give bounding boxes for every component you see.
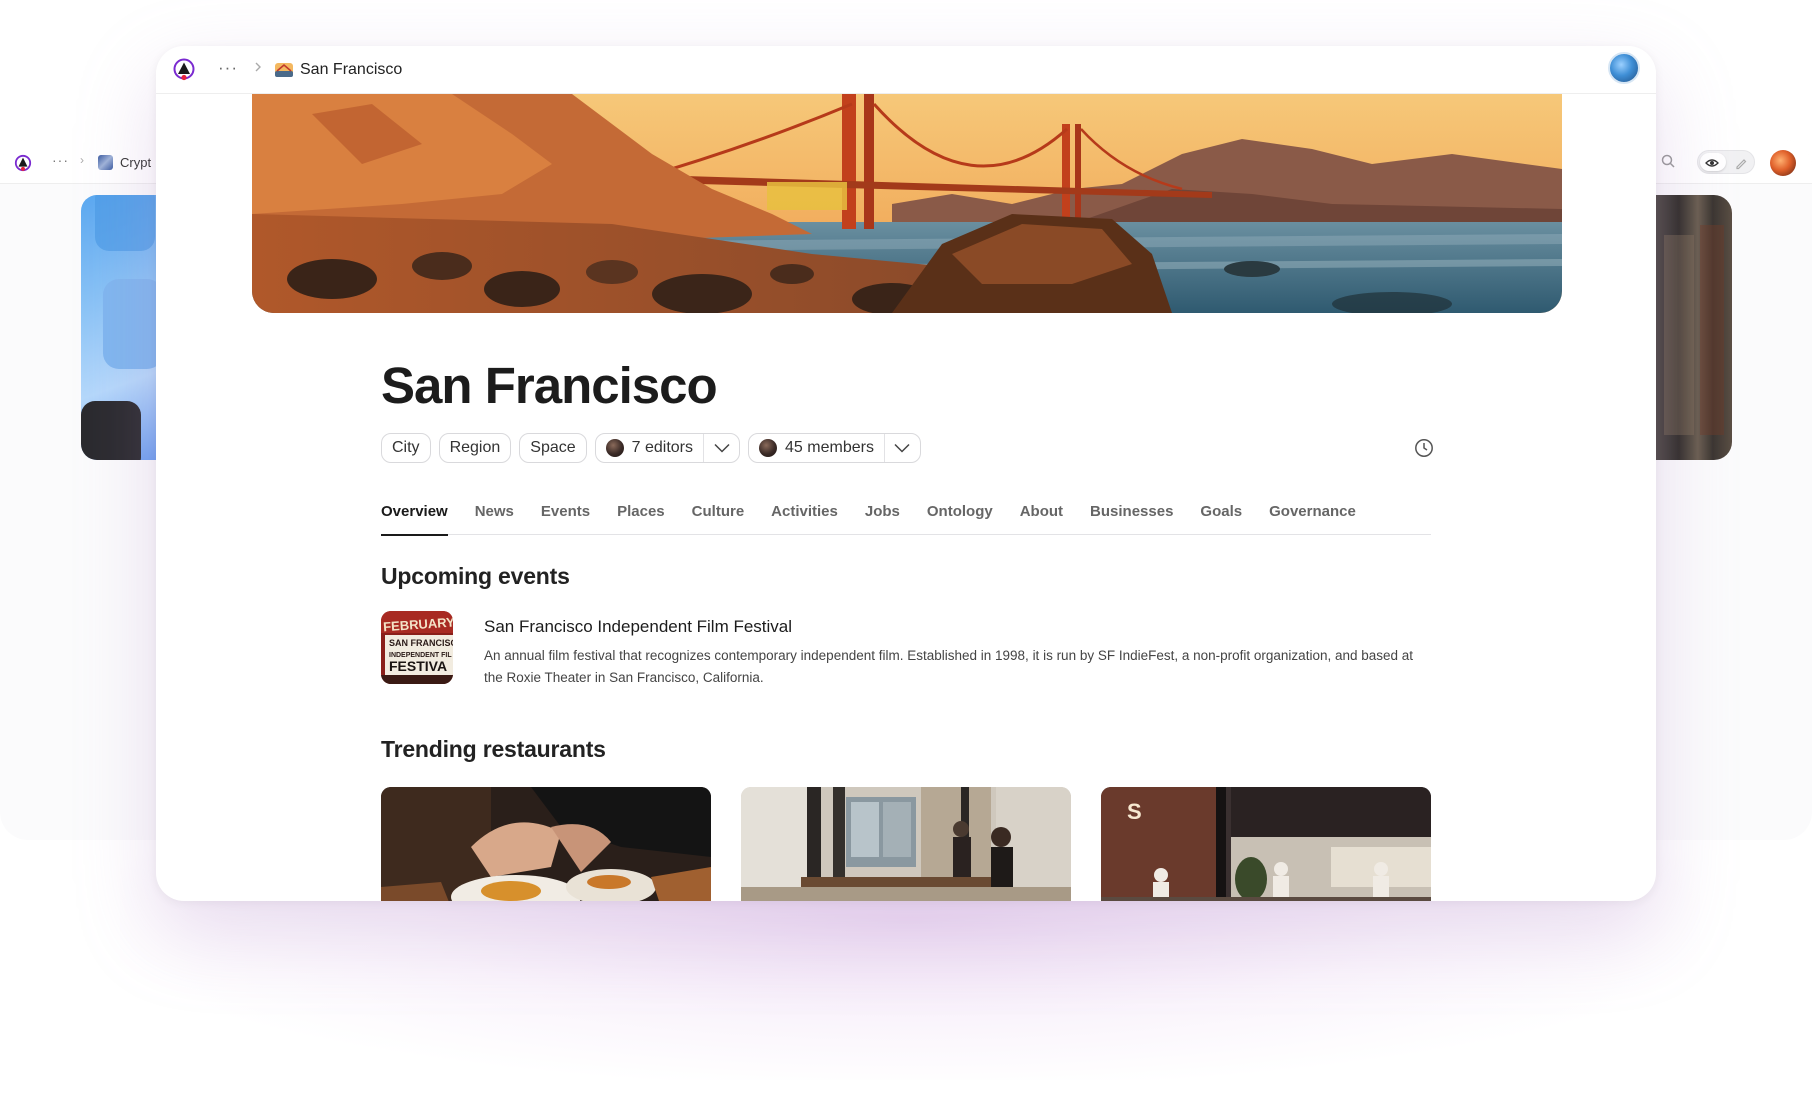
page-favicon-icon (98, 155, 113, 170)
tab-overview[interactable]: Overview (381, 497, 448, 536)
event-thumbnail: FEBRUARY 6 SAN FRANCISCO INDEPENDENT FIL… (381, 611, 453, 684)
restaurant-card[interactable] (741, 787, 1071, 901)
eye-icon (1705, 159, 1719, 167)
type-tag-city[interactable]: City (381, 433, 431, 463)
avatar[interactable] (1770, 150, 1796, 176)
editors-button[interactable]: 7 editors (596, 434, 703, 462)
chevron-right-icon: › (80, 153, 84, 167)
tab-events[interactable]: Events (541, 497, 590, 535)
trending-restaurants-heading: Trending restaurants (381, 736, 606, 762)
editors-toggle[interactable] (703, 434, 739, 462)
tab-goals[interactable]: Goals (1200, 497, 1242, 535)
background-breadcrumb[interactable]: Crypt (120, 155, 151, 170)
thumb-text-city: SAN FRANCISCO (389, 638, 453, 648)
editors-label: 7 editors (631, 439, 694, 456)
chevron-down-icon (894, 443, 910, 453)
tab-places[interactable]: Places (617, 497, 665, 535)
app-logo-icon[interactable] (172, 58, 196, 82)
app-logo-icon[interactable] (14, 154, 32, 172)
tab-businesses[interactable]: Businesses (1090, 497, 1173, 535)
chevron-down-icon (713, 443, 730, 453)
editor-avatar (605, 439, 624, 457)
background-cover-image (81, 195, 156, 460)
event-item[interactable]: FEBRUARY 6 SAN FRANCISCO INDEPENDENT FIL… (381, 611, 1431, 691)
view-edit-toggle[interactable] (1697, 150, 1755, 174)
event-description: An annual film festival that recognizes … (484, 648, 1414, 685)
member-avatar (759, 439, 778, 457)
tab-news[interactable]: News (475, 497, 514, 535)
members-label: 45 members (785, 439, 874, 456)
members-toggle[interactable] (883, 434, 920, 462)
restaurant-card[interactable] (381, 787, 711, 901)
tab-governance[interactable]: Governance (1269, 497, 1356, 535)
page-content: San Francisco City Region Space 7 editor… (381, 46, 1434, 901)
page-title: San Francisco (381, 357, 718, 414)
upcoming-events-heading: Upcoming events (381, 563, 570, 589)
chevron-right-icon (255, 62, 261, 72)
page-favicon-icon (275, 63, 293, 77)
more-icon[interactable]: ··· (52, 152, 69, 168)
members-button[interactable]: 45 members (749, 434, 884, 462)
main-window: ··· San Francisco San Francisco City Reg… (156, 46, 1656, 901)
avatar[interactable] (1608, 52, 1640, 84)
more-icon[interactable]: ··· (218, 58, 238, 78)
type-tag-region[interactable]: Region (438, 433, 512, 463)
editors-dropdown: 7 editors (594, 433, 741, 463)
tab-ontology[interactable]: Ontology (927, 497, 993, 535)
tab-activities[interactable]: Activities (771, 497, 838, 535)
page-chips: City Region Space 7 editors 45 members (381, 433, 921, 465)
page-tabs: Overview News Events Places Culture Acti… (381, 497, 1431, 536)
type-tag-space[interactable]: Space (519, 433, 587, 463)
tab-jobs[interactable]: Jobs (865, 497, 900, 535)
thumb-text-festival: FESTIVA (389, 658, 447, 674)
tab-culture[interactable]: Culture (692, 497, 745, 535)
pencil-icon (1736, 159, 1747, 170)
clock-icon[interactable] (1414, 438, 1434, 458)
tab-about[interactable]: About (1020, 497, 1063, 535)
background-cover-image (1656, 195, 1732, 460)
members-dropdown: 45 members (748, 433, 921, 463)
restaurant-card[interactable]: S (1101, 787, 1431, 901)
event-title[interactable]: San Francisco Independent Film Festival (484, 617, 792, 637)
search-icon[interactable] (1660, 153, 1676, 169)
restaurant-sign-letter: S (1127, 799, 1142, 824)
